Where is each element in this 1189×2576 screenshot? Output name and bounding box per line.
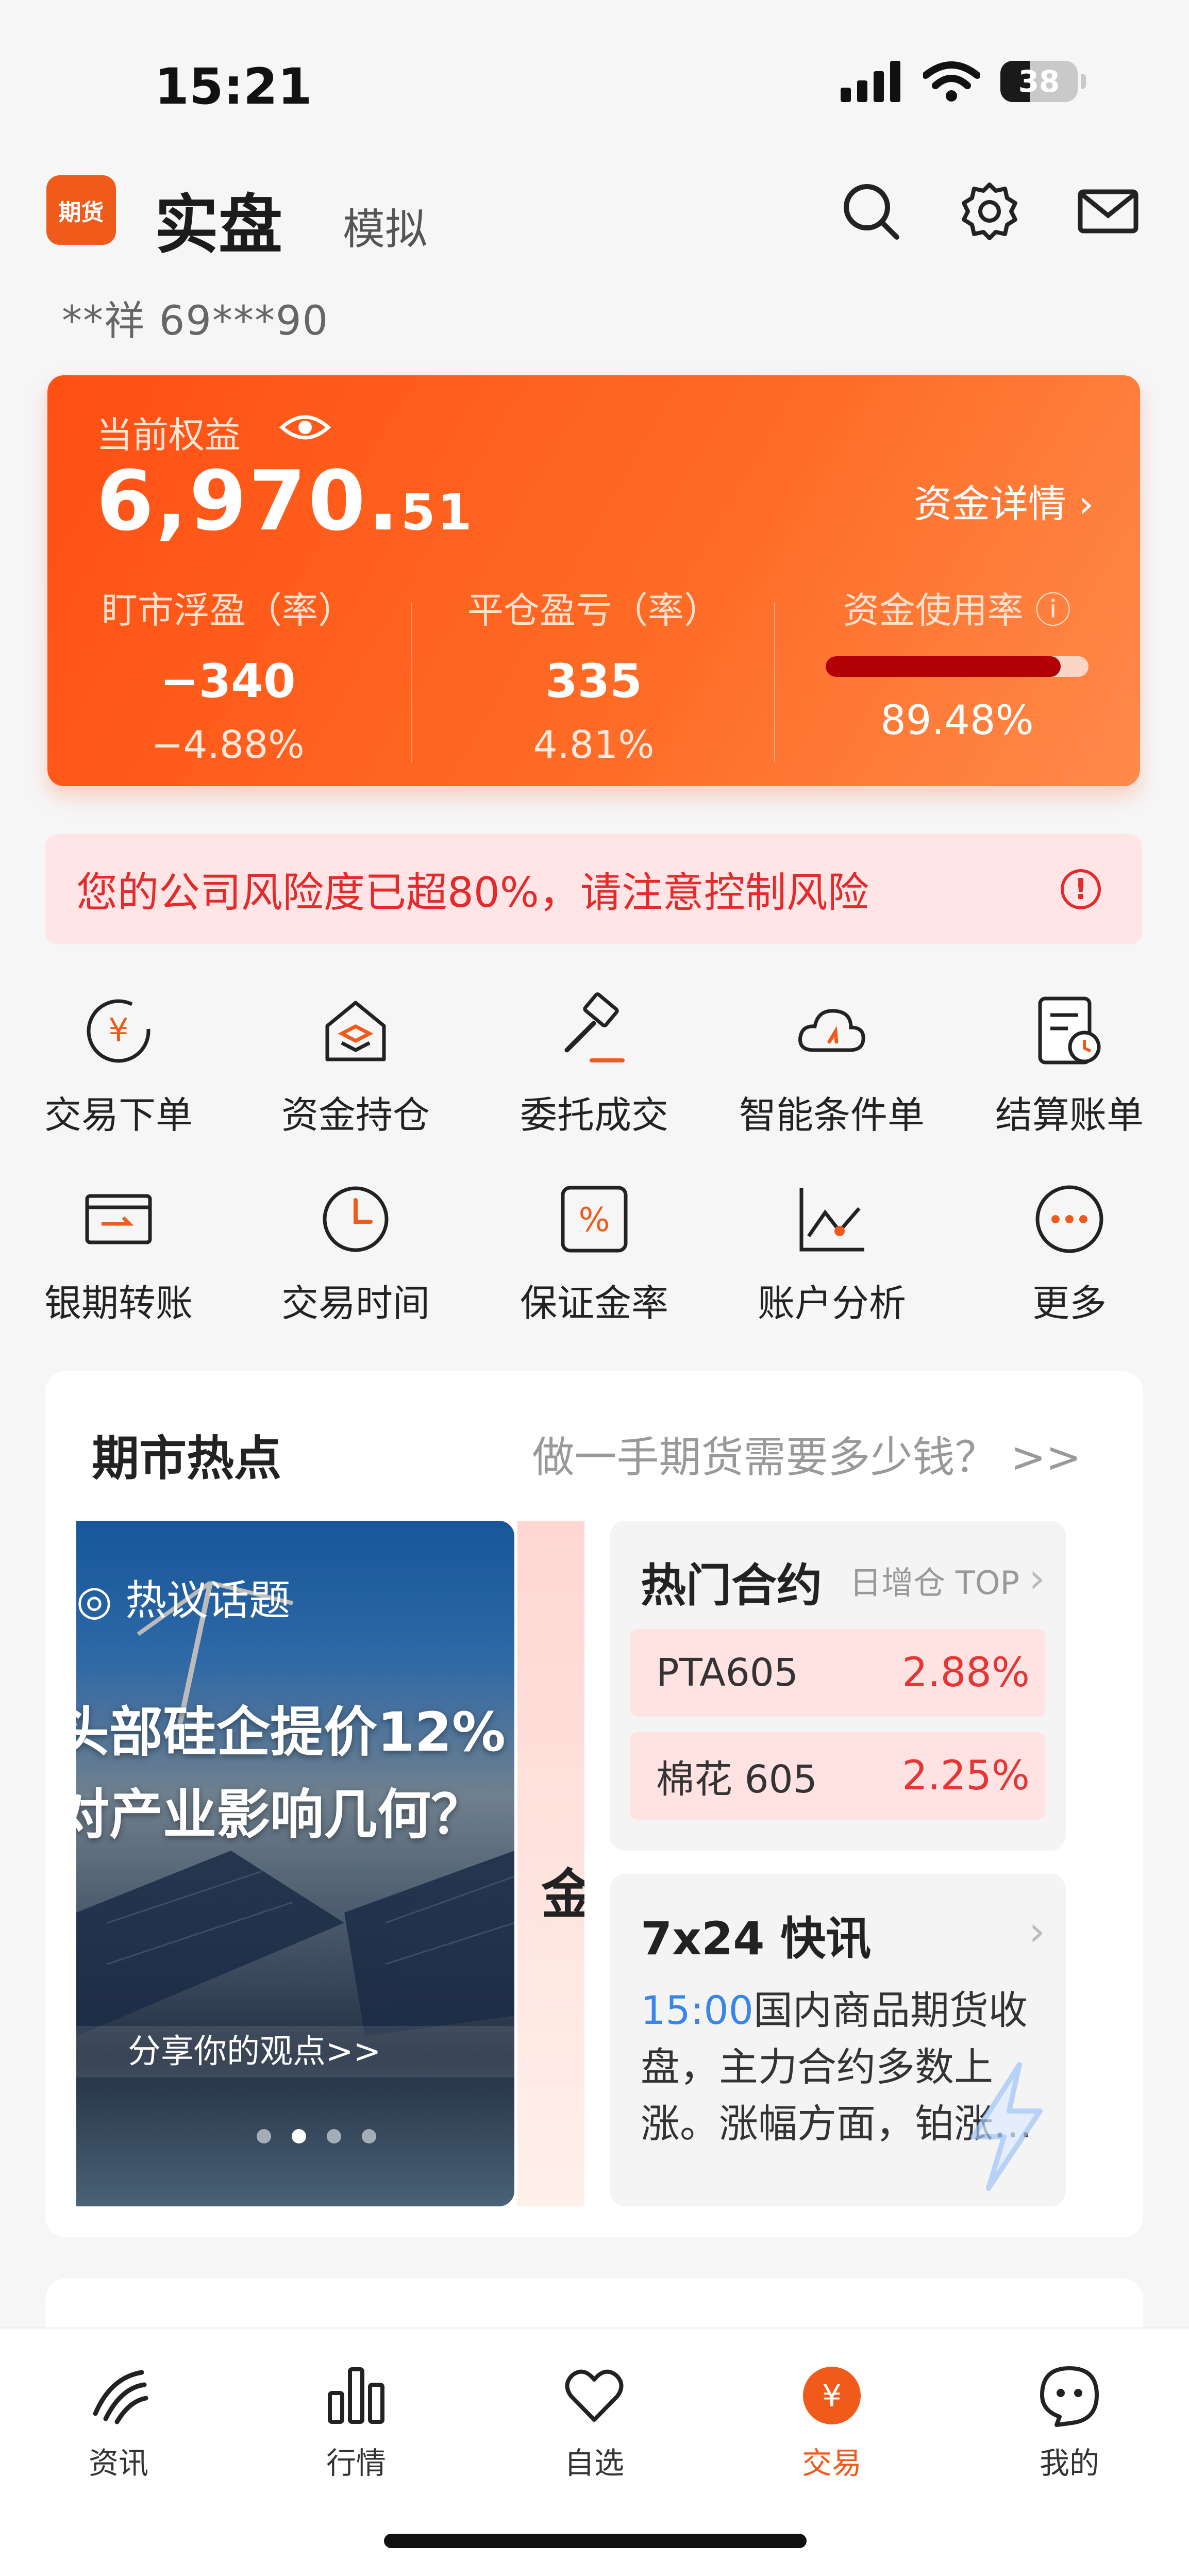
risk-warning-text: 您的公司风险度已超80%，请注意控制风险 [76, 869, 869, 917]
status-time: 15:21 [155, 58, 312, 115]
signal-icon [841, 61, 900, 102]
func-account-analysis[interactable]: 账户分析 [713, 1178, 950, 1327]
equity-label: 当前权益 [96, 414, 241, 456]
trade-order-icon: ¥ [77, 990, 160, 1072]
func-trade-order[interactable]: ¥ 交易下单 [0, 990, 237, 1139]
account-analysis-icon [791, 1178, 873, 1260]
market-hot-card: 期市热点 做一手期货需要多少钱？ >> ◎ 热议话题 头部硅企提价12% 对产业… [45, 1371, 1143, 2237]
next-banner-peek[interactable]: 金 [517, 1521, 584, 2206]
bank-transfer-icon [77, 1178, 160, 1260]
tab-favorite[interactable]: 自选 [476, 2359, 713, 2482]
trading-time-icon [314, 1178, 397, 1260]
account-id: **祥 69***90 [62, 298, 329, 344]
contract-row[interactable]: 棉花 605 2.25% [630, 1732, 1045, 1820]
lightning-icon [970, 2062, 1043, 2191]
contract-row[interactable]: PTA605 2.88% [630, 1629, 1045, 1717]
hot-title: 期市热点 [92, 1431, 282, 1486]
status-icons: 38 [841, 61, 1086, 102]
hot-contracts-panel[interactable]: 热门合约 日增仓 TOP › PTA605 2.88% 棉花 605 2.25% [610, 1521, 1066, 1851]
tab-trade[interactable]: ¥ 交易 [713, 2359, 950, 2482]
floating-pnl: 盯市浮盈（率） −340 −4.88% [102, 589, 354, 767]
share-opinion-link[interactable]: 分享你的观点>> [76, 2026, 514, 2078]
app-logo: 期货 [46, 175, 116, 245]
home-indicator [384, 2534, 807, 2548]
battery-level: 38 [1018, 64, 1060, 99]
chevron-right-icon: › [1029, 1554, 1045, 1602]
mail-icon[interactable] [1075, 178, 1142, 245]
cost-link[interactable]: 做一手期货需要多少钱？ >> [532, 1423, 1081, 1484]
tab-news[interactable]: 资讯 [0, 2359, 237, 2482]
func-margin-rate[interactable]: % 保证金率 [476, 1178, 713, 1327]
news-icon [82, 2359, 155, 2432]
order-deal-icon [553, 990, 635, 1072]
svg-text:%: % [579, 1201, 610, 1239]
trade-icon: ¥ [796, 2359, 868, 2432]
settlement-bill-icon [1028, 990, 1111, 1072]
topic-banner[interactable]: ◎ 热议话题 头部硅企提价12% 对产业影响几何？ 分享你的观点>> [76, 1521, 514, 2206]
func-more[interactable]: 更多 [951, 1178, 1188, 1327]
func-settlement-bill[interactable]: 结算账单 [951, 990, 1188, 1139]
profile-icon [1033, 2359, 1106, 2432]
chevron-right-icon: › [1029, 1907, 1045, 1955]
tab-profile[interactable]: 我的 [951, 2359, 1188, 2482]
hot-contracts-sub: 日增仓 TOP [849, 1564, 1019, 1602]
tab-real-trading[interactable]: 实盘 [155, 173, 282, 265]
smart-condition-icon [791, 990, 873, 1072]
news-flash-panel[interactable]: 7x24 快讯 › 15:00国内商品期货收盘，主力合约多数上涨。涨幅方面，铂涨… [610, 1874, 1066, 2206]
market-icon [320, 2359, 392, 2432]
favorite-icon [558, 2359, 630, 2432]
func-order-deal[interactable]: 委托成交 [476, 990, 713, 1139]
tab-simulated-trading[interactable]: 模拟 [343, 195, 427, 256]
alert-icon: ! [1061, 869, 1101, 909]
equity-value: 6,970.51 [96, 453, 474, 549]
fund-usage-bar [826, 656, 1088, 677]
hot-contracts-title: 热门合约 [641, 1559, 823, 1612]
func-trading-time[interactable]: 交易时间 [237, 1178, 474, 1327]
equity-card: 当前权益 6,970.51 资金详情 › 盯市浮盈（率） −340 −4.88%… [47, 375, 1140, 786]
gear-icon[interactable] [956, 178, 1023, 245]
svg-text:¥: ¥ [822, 2378, 842, 2414]
tab-market[interactable]: 行情 [238, 2359, 475, 2482]
func-smart-condition[interactable]: 智能条件单 [713, 990, 950, 1139]
func-bank-transfer[interactable]: 银期转账 [0, 1178, 237, 1327]
risk-warning-banner[interactable]: 您的公司风险度已超80%，请注意控制风险 ! [45, 834, 1142, 944]
funds-position-icon [314, 990, 397, 1072]
more-icon [1028, 1178, 1111, 1260]
news-flash-title: 7x24 快讯 [641, 1912, 872, 1965]
closed-pnl: 平仓盈亏（率） 335 4.81% [467, 589, 720, 767]
topic-headline: 头部硅企提价12% 对产业影响几何？ [76, 1701, 506, 1846]
margin-rate-icon: % [553, 1178, 635, 1260]
search-icon[interactable] [838, 178, 905, 245]
wifi-icon [923, 61, 980, 102]
fund-detail-link[interactable]: 资金详情 › [914, 473, 1094, 528]
battery-icon: 38 [1000, 61, 1078, 102]
fund-usage: 资金使用率 ⓘ 89.48% [777, 581, 1137, 744]
func-funds-position[interactable]: 资金持仓 [237, 990, 474, 1139]
eye-icon[interactable] [279, 409, 331, 447]
topic-tag: ◎ 热议话题 [76, 1576, 291, 1624]
carousel-dots [257, 2129, 376, 2143]
svg-text:¥: ¥ [108, 1011, 128, 1049]
